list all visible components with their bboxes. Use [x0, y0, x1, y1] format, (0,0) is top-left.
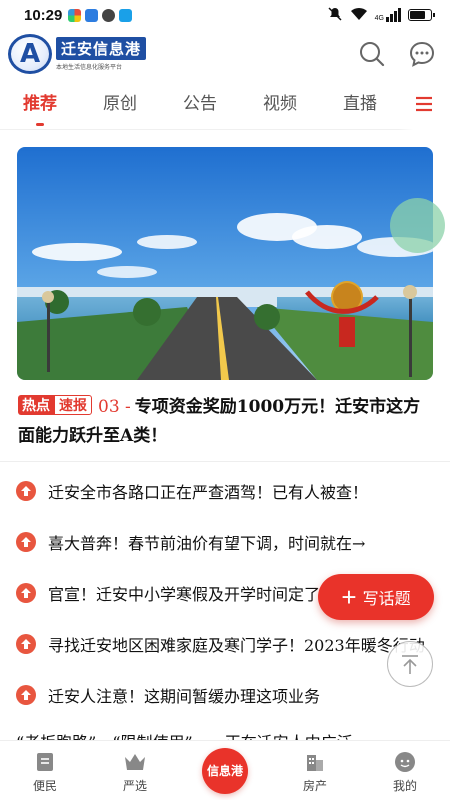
headline-number: 03 -: [98, 397, 131, 417]
logo-emblem: A: [8, 34, 52, 74]
qq-notification-icon: [102, 8, 116, 22]
news-title: 寻找迁安地区困难家庭及寒门学子！2023年暖冬行动: [48, 635, 425, 655]
news-title: 迁安全市各路口正在严查酒驾！已有人被查！: [48, 482, 369, 502]
news-list-item[interactable]: 迁安全市各路口正在严查酒驾！已有人被查！: [0, 465, 450, 516]
tab-item[interactable]: 视频: [240, 78, 320, 130]
center-home-button[interactable]: 信息港: [202, 747, 248, 794]
news-list-item[interactable]: 寻找迁安地区困难家庭及寒门学子！2023年暖冬行动: [0, 618, 450, 669]
write-topic-button[interactable]: + 写话题: [318, 574, 434, 620]
app-logo: A 迁安信息港 本地生活信息化服务平台: [8, 33, 158, 75]
arrow-up-icon: [402, 655, 418, 674]
signal-icon: 4G: [375, 8, 401, 22]
arrow-up-badge-icon: [16, 684, 36, 705]
nav-item-mine[interactable]: 我的: [360, 741, 450, 800]
logo-subtitle: 本地生活信息化服务平台: [56, 65, 123, 71]
tab-item[interactable]: 推荐: [0, 78, 80, 130]
arrow-up-badge-icon: [16, 582, 36, 603]
nav-label: 严选: [122, 778, 147, 793]
wifi-icon: [350, 7, 368, 24]
search-notification-icon: [119, 8, 133, 22]
document-icon: [33, 750, 57, 774]
shield-notification-icon: [85, 8, 99, 22]
battery-icon: [408, 9, 435, 21]
user-icon: [393, 750, 417, 774]
status-time: 10:29: [24, 6, 63, 24]
mute-icon: [327, 6, 343, 25]
news-title: 迁安人注意！这期间暂缓办理这项业务: [48, 686, 321, 706]
nav-item-selection[interactable]: 严选: [90, 741, 180, 800]
news-title: 喜大普奔！春节前油价有望下调，时间就在→: [48, 533, 366, 553]
tab-item[interactable]: 直播: [320, 78, 400, 130]
news-list-item[interactable]: 喜大普奔！春节前油价有望下调，时间就在→: [0, 516, 450, 567]
nav-item-center[interactable]: 信息港: [180, 741, 270, 800]
nav-label: 我的: [392, 778, 417, 793]
crown-icon: [123, 750, 147, 774]
status-bar: 10:29 4G: [0, 0, 450, 30]
headline-article[interactable]: 热点 速报 03 - 专项资金奖励1000万元！迁安市这方面能力跃升至A类！: [18, 393, 436, 451]
logo-title: 迁安信息港: [56, 37, 147, 60]
bottom-navigation: 便民 严选 信息港 房产 我的: [0, 740, 450, 800]
nav-label: 便民: [32, 778, 57, 793]
category-tabs: 推荐 原创 公告 视频 直播: [0, 78, 450, 130]
notification-icons: [68, 8, 133, 22]
banner-image[interactable]: [17, 147, 433, 380]
nav-item-convenience[interactable]: 便民: [0, 741, 90, 800]
nav-label: 房产: [302, 778, 327, 793]
arrow-up-badge-icon: [16, 531, 36, 552]
tab-menu-icon[interactable]: [398, 78, 450, 130]
hot-tag: 热点: [18, 395, 54, 415]
arrow-up-badge-icon: [16, 633, 36, 654]
plus-icon: +: [341, 582, 357, 612]
arrow-up-badge-icon: [16, 480, 36, 501]
write-topic-label: 写话题: [362, 591, 411, 608]
fast-news-tag: 速报: [54, 395, 92, 415]
tab-item[interactable]: 原创: [80, 78, 160, 130]
nav-item-real-estate[interactable]: 房产: [270, 741, 360, 800]
section-divider: [0, 461, 450, 462]
back-to-top-button[interactable]: [387, 641, 433, 687]
building-icon: [303, 750, 327, 774]
search-icon[interactable]: [358, 40, 386, 68]
app-notification-icon: [68, 8, 82, 22]
tab-item[interactable]: 公告: [160, 78, 240, 130]
news-list-item[interactable]: 迁安人注意！这期间暂缓办理这项业务: [0, 669, 450, 720]
message-icon[interactable]: [408, 40, 436, 68]
app-header: A 迁安信息港 本地生活信息化服务平台: [0, 30, 450, 78]
floating-assistant-bubble[interactable]: [390, 198, 445, 253]
